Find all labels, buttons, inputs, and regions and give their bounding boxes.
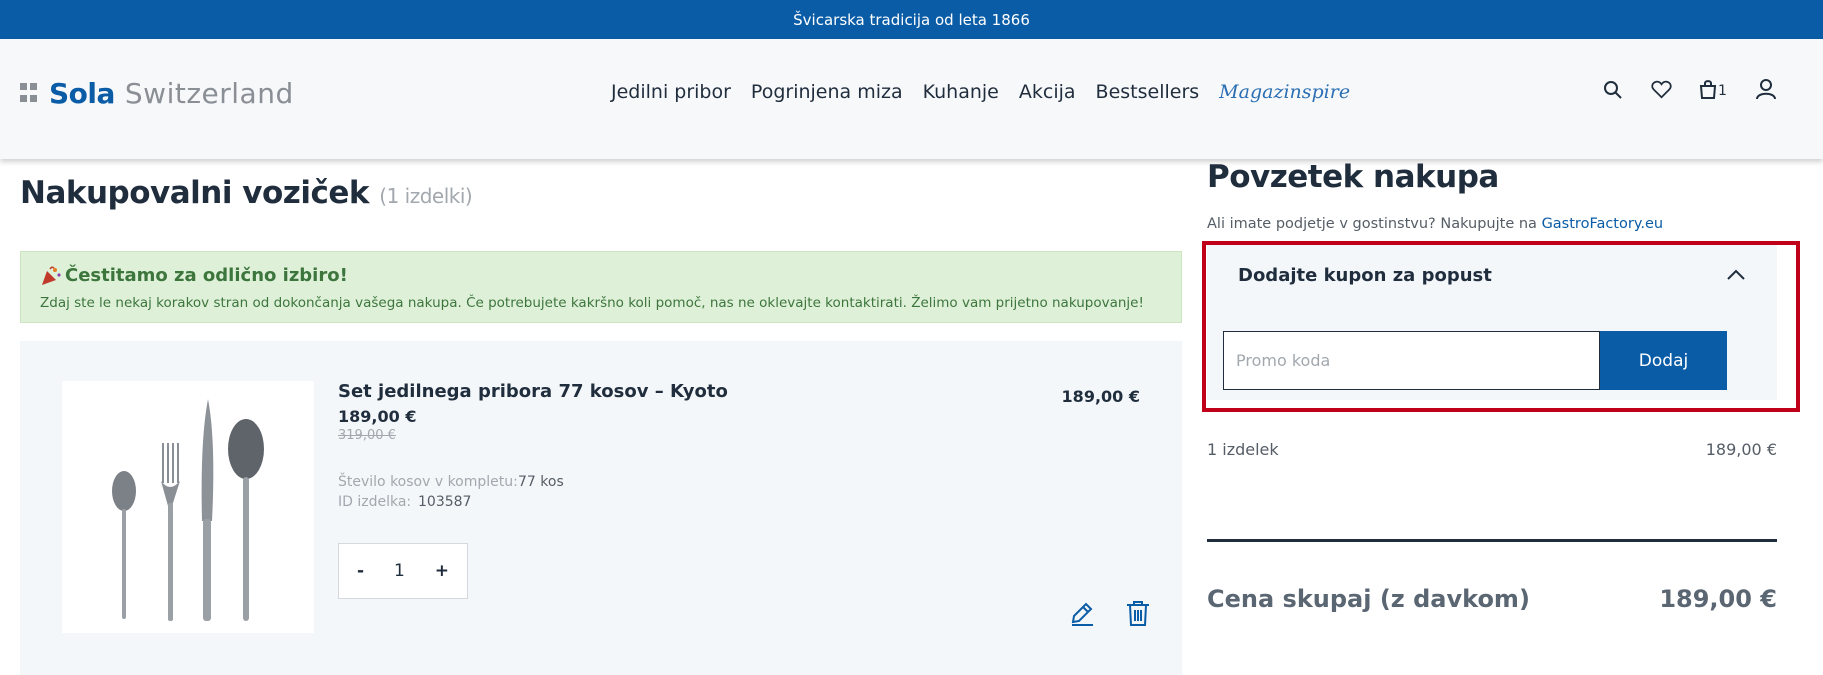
heart-icon[interactable]	[1651, 80, 1672, 103]
coupon-title[interactable]: Dodajte kupon za popust	[1238, 265, 1492, 286]
logo-sub: Switzerland	[124, 77, 294, 110]
qty-value[interactable]: 1	[394, 561, 405, 581]
cart-icon[interactable]: 1	[1699, 79, 1727, 99]
search-icon[interactable]	[1603, 80, 1623, 104]
attr-pieces-value: 77 kos	[518, 474, 564, 490]
attr-id-label: ID izdelka:	[338, 494, 412, 510]
logo[interactable]: Sola Switzerland	[20, 77, 294, 110]
nav-item-bestsellers[interactable]: Bestsellers	[1096, 81, 1200, 103]
nav-item-akcija[interactable]: Akcija	[1019, 81, 1076, 103]
cart-line-item: Set jedilnega pribora 77 kosov – Kyoto 1…	[20, 341, 1182, 675]
chevron-up-icon[interactable]	[1726, 266, 1746, 285]
product-attr-pieces: Število kosov v kompletu: 77 kos	[338, 474, 564, 490]
logo-mark-icon	[20, 82, 46, 105]
product-old-price: 319,00 €	[338, 428, 396, 443]
summary-items-label: 1 izdelek	[1207, 440, 1279, 459]
nav-item-jedilni-pribor[interactable]: Jedilni pribor	[611, 81, 731, 103]
summary-total-row: Cena skupaj (z davkom) 189,00 €	[1207, 585, 1777, 613]
success-title: Čestitamo za odlično izbiro!	[65, 265, 348, 286]
logo-brand: Sola	[49, 77, 115, 110]
summary-items-row: 1 izdelek 189,00 €	[1207, 440, 1777, 459]
attr-pieces-label: Število kosov v kompletu:	[338, 474, 518, 490]
summary-note: Ali imate podjetje v gostinstvu? Nakupuj…	[1207, 216, 1663, 232]
quantity-stepper: - 1 +	[338, 543, 468, 599]
nav-item-pogrinjena-miza[interactable]: Pogrinjena miza	[751, 81, 903, 103]
success-message: Čestitamo za odlično izbiro! Zdaj ste le…	[20, 251, 1182, 323]
cart-item-count: (1 izdelki)	[379, 184, 473, 208]
line-total: 189,00 €	[1061, 387, 1140, 406]
product-image[interactable]	[62, 381, 314, 633]
qty-decrease-button[interactable]: -	[357, 561, 364, 581]
cart-count: 1	[1718, 83, 1727, 99]
announcement-text: Švicarska tradicija od leta 1866	[793, 10, 1030, 29]
announcement-bar: Švicarska tradicija od leta 1866	[0, 0, 1823, 39]
summary-title: Povzetek nakupa	[1207, 159, 1499, 195]
gastrofactory-link[interactable]: GastroFactory.eu	[1542, 216, 1664, 232]
party-icon	[40, 266, 62, 290]
summary-items-value: 189,00 €	[1705, 440, 1777, 459]
product-attr-id: ID izdelka: 103587	[338, 494, 471, 510]
promo-code-input[interactable]	[1223, 331, 1600, 390]
page-title-text: Nakupovalni voziček	[20, 175, 369, 211]
site-header: Sola Switzerland Jedilni pribor Pogrinje…	[0, 39, 1823, 159]
nav-item-magazinspire[interactable]: Magazinspire	[1219, 81, 1350, 103]
edit-icon[interactable]	[1068, 599, 1096, 631]
user-icon[interactable]	[1756, 79, 1776, 103]
qty-increase-button[interactable]: +	[435, 561, 449, 581]
success-text: Zdaj ste le nekaj korakov stran od dokon…	[40, 295, 1144, 311]
total-label: Cena skupaj (z davkom)	[1207, 585, 1530, 613]
page-title: Nakupovalni voziček (1 izdelki)	[20, 175, 473, 211]
product-name[interactable]: Set jedilnega pribora 77 kosov – Kyoto	[338, 381, 728, 402]
total-value: 189,00 €	[1659, 585, 1777, 613]
add-coupon-button[interactable]: Dodaj	[1600, 331, 1727, 390]
attr-id-value: 103587	[418, 494, 472, 510]
main-nav: Jedilni pribor Pogrinjena miza Kuhanje A…	[611, 81, 1350, 103]
trash-icon[interactable]	[1125, 599, 1151, 631]
product-price: 189,00 €	[338, 407, 417, 426]
summary-divider	[1207, 539, 1777, 542]
nav-item-kuhanje[interactable]: Kuhanje	[923, 81, 999, 103]
summary-note-text: Ali imate podjetje v gostinstvu? Nakupuj…	[1207, 216, 1537, 232]
